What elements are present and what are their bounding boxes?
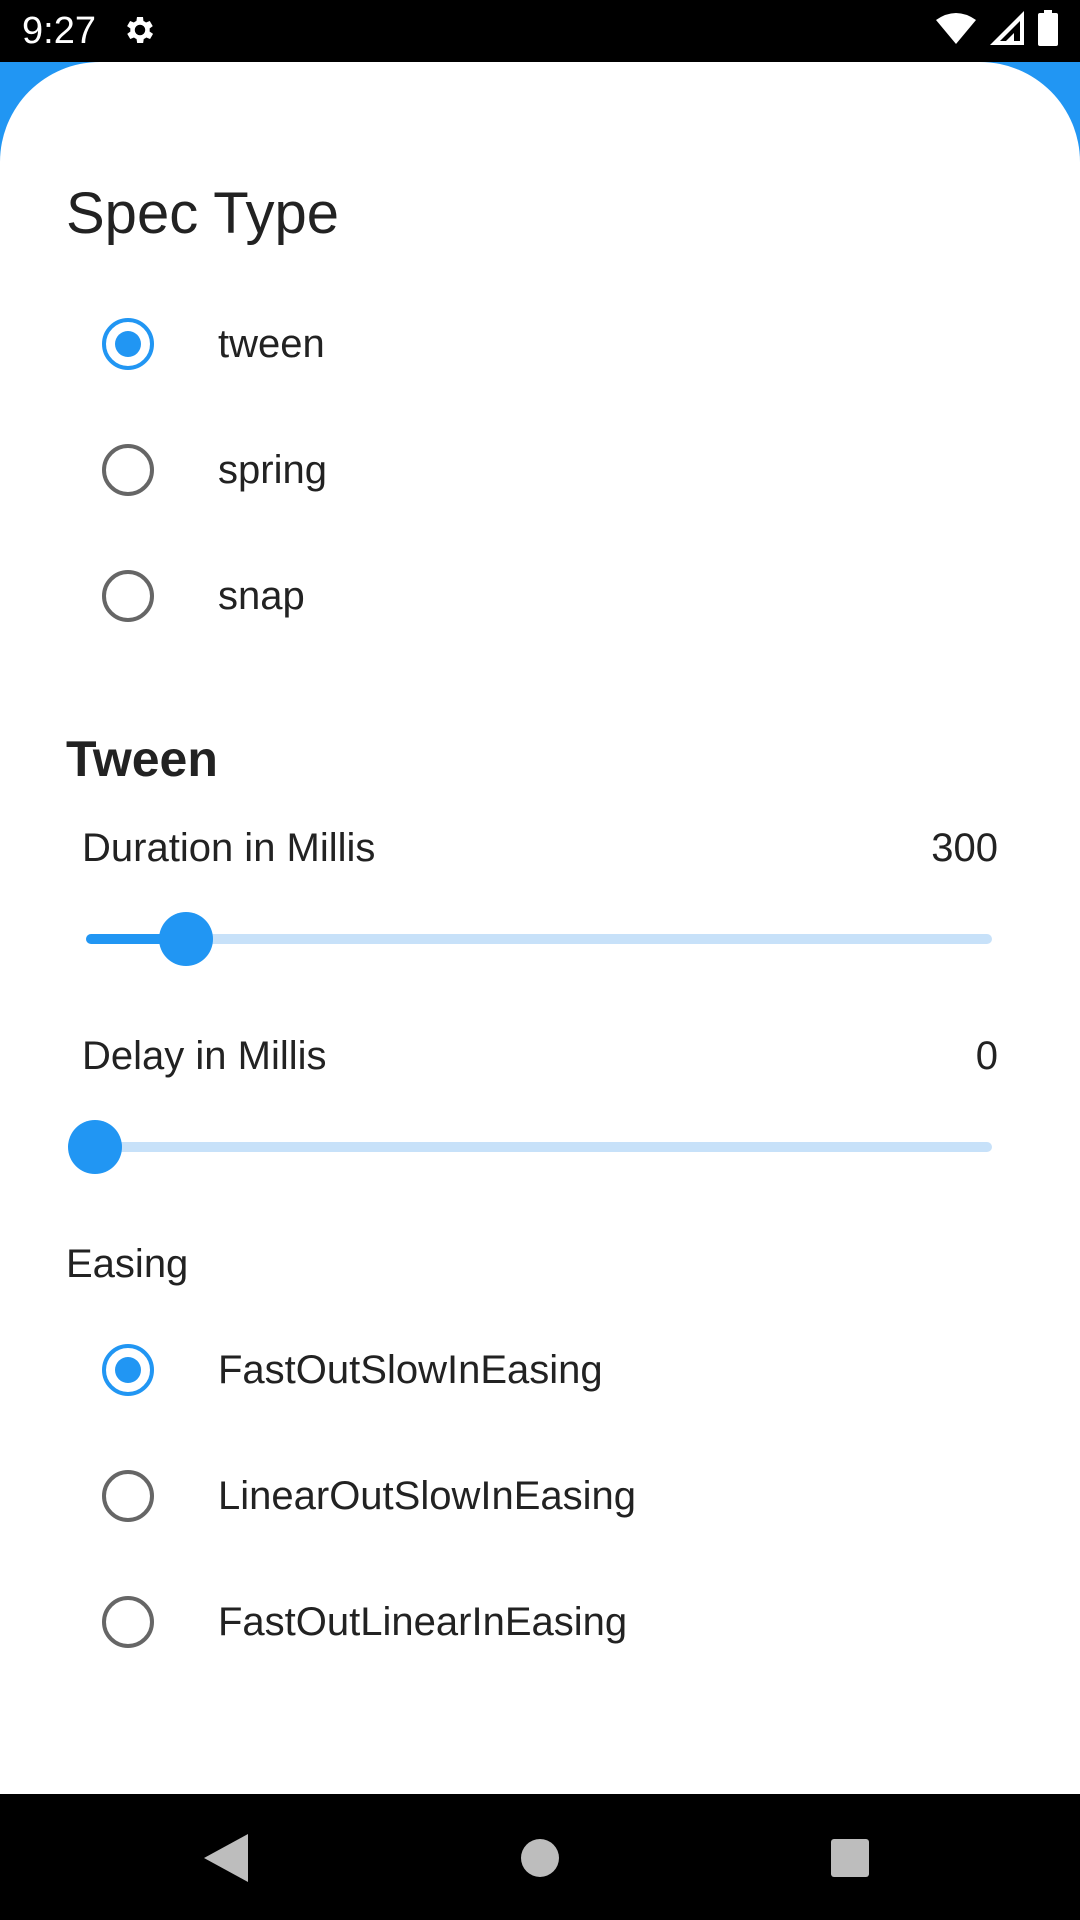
radio-button[interactable] xyxy=(102,570,154,622)
radio-label: LinearOutSlowInEasing xyxy=(218,1473,637,1518)
slider-track[interactable] xyxy=(86,1142,992,1152)
duration-value: 300 xyxy=(931,826,998,870)
status-time: 9:27 xyxy=(22,10,96,52)
radio-label: tween xyxy=(218,321,325,366)
home-icon[interactable] xyxy=(512,1830,568,1886)
duration-label: Duration in Millis xyxy=(82,826,376,870)
spec-option-snap[interactable]: snap xyxy=(0,536,1080,656)
radio-button[interactable] xyxy=(102,444,154,496)
content-sheet: Spec Type tween spring snap Tween Durati… xyxy=(0,62,1080,1794)
slider-track[interactable] xyxy=(86,934,992,944)
spec-type-heading: Spec Type xyxy=(66,181,340,246)
easing-heading: Easing xyxy=(66,1242,189,1286)
recents-icon[interactable] xyxy=(822,1830,878,1886)
delay-slider[interactable] xyxy=(68,1116,992,1176)
radio-button[interactable] xyxy=(102,1470,154,1522)
easing-option-fastoutlinearin[interactable]: FastOutLinearInEasing xyxy=(0,1562,1080,1682)
gear-icon xyxy=(122,12,158,48)
radio-button[interactable] xyxy=(102,1344,154,1396)
signal-icon xyxy=(990,10,1024,50)
easing-option-fastoutslowin[interactable]: FastOutSlowInEasing xyxy=(0,1310,1080,1430)
delay-value: 0 xyxy=(975,1034,998,1078)
slider-thumb[interactable] xyxy=(158,912,213,966)
radio-label: FastOutLinearInEasing xyxy=(218,1599,628,1644)
back-icon[interactable] xyxy=(198,1830,254,1886)
slider-thumb[interactable] xyxy=(68,1120,122,1174)
navigation-bar xyxy=(0,1794,1080,1920)
radio-label: FastOutSlowInEasing xyxy=(218,1347,603,1392)
duration-slider[interactable] xyxy=(86,908,992,968)
radio-label: spring xyxy=(218,447,327,492)
wifi-icon xyxy=(936,12,976,49)
radio-button[interactable] xyxy=(102,1596,154,1648)
battery-icon xyxy=(1038,9,1058,51)
spec-option-tween[interactable]: tween xyxy=(0,284,1080,404)
spec-option-spring[interactable]: spring xyxy=(0,410,1080,530)
delay-label: Delay in Millis xyxy=(82,1034,327,1078)
tween-heading: Tween xyxy=(66,731,218,787)
status-bar: 9:27 xyxy=(0,0,1080,62)
radio-label: snap xyxy=(218,573,305,618)
easing-option-linearoutslowin[interactable]: LinearOutSlowInEasing xyxy=(0,1436,1080,1556)
radio-button[interactable] xyxy=(102,318,154,370)
